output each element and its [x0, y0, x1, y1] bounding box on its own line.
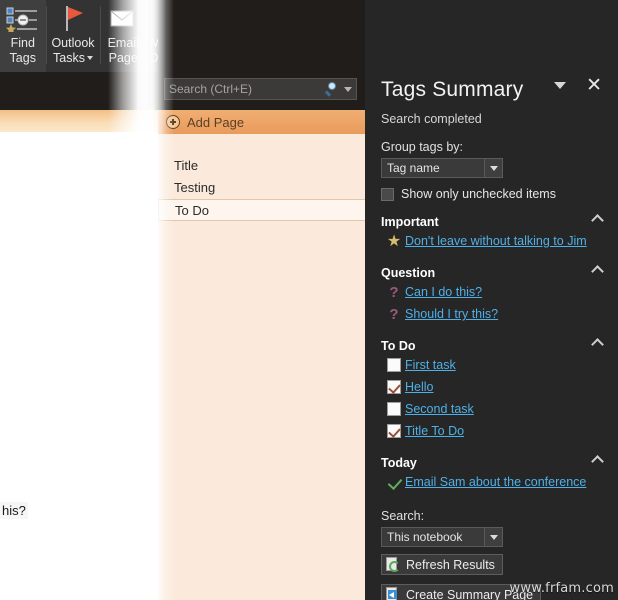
page-item-to-do[interactable]: To Do	[158, 199, 365, 221]
page-header-strip	[0, 72, 158, 110]
show-unchecked-checkbox-row[interactable]: Show only unchecked items	[381, 187, 602, 201]
page-accent-band	[0, 110, 158, 132]
tag-item-link[interactable]: Second task	[405, 402, 474, 416]
chevron-down-icon[interactable]	[484, 159, 502, 177]
page-canvas[interactable]: his?	[0, 132, 158, 600]
tag-group-today: Today Email Sam about the conference	[381, 454, 602, 493]
group-tags-by-select[interactable]: Tag name	[381, 158, 503, 178]
summary-page-icon	[385, 587, 401, 600]
outlook-tasks-button[interactable]: Outlook Tasks	[46, 0, 99, 72]
page-item-testing[interactable]: Testing	[158, 177, 365, 199]
tag-group-name: Important	[381, 215, 439, 229]
email-page-icon	[103, 4, 143, 34]
tags-summary-panel: Tags Summary ✕ Search completed Group ta…	[365, 0, 618, 600]
page-title: Tags Summary	[381, 78, 523, 102]
tag-group-question: Question ? Can I do this? ? Should I try…	[381, 264, 602, 325]
close-icon[interactable]: ✕	[586, 76, 602, 95]
search-icon	[325, 82, 339, 96]
refresh-results-button[interactable]: Refresh Results	[381, 554, 503, 575]
tag-item[interactable]: Title To Do	[381, 420, 602, 442]
outlook-tasks-label-line1: Outlook	[51, 36, 94, 51]
onenote-window: his? Find Tags	[0, 0, 618, 600]
tag-item-link[interactable]: Don't leave without talking to Jim	[405, 234, 587, 248]
tag-item[interactable]: ? Should I try this?	[381, 303, 602, 325]
email-page-label-line2: Page	[109, 51, 138, 66]
tag-group-name: Today	[381, 456, 417, 470]
search-input[interactable]: Search (Ctrl+E)	[164, 78, 357, 100]
tag-group-header-to-do[interactable]: To Do	[381, 337, 602, 354]
status-text: Search completed	[381, 112, 602, 126]
search-scope-label: Search:	[381, 509, 602, 523]
page-item-title[interactable]: Title	[158, 155, 365, 177]
checkbox-icon[interactable]	[383, 358, 405, 372]
chevron-up-icon[interactable]	[591, 214, 604, 227]
find-tags-label-line2: Tags	[10, 51, 36, 66]
refresh-results-label: Refresh Results	[406, 558, 495, 572]
tag-item-link[interactable]: Should I try this?	[405, 307, 498, 321]
tag-group-to-do: To Do First task Hello Second task	[381, 337, 602, 442]
add-page-label: Add Page	[187, 115, 244, 130]
page-text-fragment: his?	[0, 502, 28, 519]
tag-item-link[interactable]: Can I do this?	[405, 285, 482, 299]
tag-item[interactable]: ? Can I do this?	[381, 281, 602, 303]
question-mark-icon: ?	[383, 285, 405, 300]
checkbox-icon[interactable]	[383, 402, 405, 416]
tag-group-important: Important ★ Don't leave without talking …	[381, 213, 602, 252]
page-list-panel: Search (Ctrl+E) Add Page Title Testing T…	[158, 0, 365, 600]
chevron-up-icon[interactable]	[591, 338, 604, 351]
checkbox-icon[interactable]	[383, 424, 405, 438]
show-unchecked-label: Show only unchecked items	[401, 187, 556, 201]
group-tags-by-label: Group tags by:	[381, 140, 602, 154]
star-icon: ★	[383, 233, 405, 249]
plus-circle-icon	[166, 115, 180, 129]
tag-item[interactable]: ★ Don't leave without talking to Jim	[381, 230, 602, 252]
chevron-up-icon[interactable]	[591, 455, 604, 468]
refresh-icon	[385, 557, 401, 572]
question-mark-icon: ?	[383, 307, 405, 322]
tag-item[interactable]: Second task	[381, 398, 602, 420]
find-tags-icon	[3, 4, 43, 34]
tag-item[interactable]: Hello	[381, 376, 602, 398]
find-tags-button[interactable]: Find Tags	[0, 0, 46, 72]
outlook-tasks-label-line2: Tasks	[53, 51, 93, 66]
search-scope-chevron-down-icon[interactable]	[344, 87, 352, 92]
outlook-tasks-flag-icon	[53, 4, 93, 34]
watermark: www.frfam.com	[510, 581, 614, 596]
panel-header: Tags Summary ✕	[381, 70, 602, 110]
search-scope-value: This notebook	[382, 530, 484, 544]
group-tags-by-value: Tag name	[382, 161, 484, 175]
chevron-down-icon[interactable]	[484, 528, 502, 546]
checkbox-icon[interactable]	[383, 380, 405, 394]
tag-item-link[interactable]: Email Sam about the conference	[405, 475, 586, 489]
tag-item[interactable]: First task	[381, 354, 602, 376]
tag-group-name: Question	[381, 266, 435, 280]
show-unchecked-checkbox[interactable]	[381, 188, 394, 201]
tag-item-link[interactable]: First task	[405, 358, 456, 372]
search-placeholder: Search (Ctrl+E)	[169, 82, 325, 96]
find-tags-label-line1: Find	[11, 36, 35, 51]
search-scope-select[interactable]: This notebook	[381, 527, 503, 547]
chevron-down-icon[interactable]	[87, 56, 93, 60]
tag-group-header-important[interactable]: Important	[381, 213, 602, 230]
tag-group-header-question[interactable]: Question	[381, 264, 602, 281]
panel-options-chevron-down-icon[interactable]	[554, 82, 566, 89]
tag-group-header-today[interactable]: Today	[381, 454, 602, 471]
email-page-label-line1: Email	[108, 36, 139, 51]
chevron-up-icon[interactable]	[591, 265, 604, 278]
green-check-icon	[383, 475, 405, 490]
email-page-button[interactable]: Email Page	[100, 0, 146, 72]
page-items-list: Title Testing To Do	[158, 155, 365, 221]
tag-group-name: To Do	[381, 339, 415, 353]
tag-item[interactable]: Email Sam about the conference	[381, 471, 602, 493]
tag-item-link[interactable]: Hello	[405, 380, 434, 394]
tag-item-link[interactable]: Title To Do	[405, 424, 464, 438]
add-page-button[interactable]: Add Page	[158, 110, 365, 134]
